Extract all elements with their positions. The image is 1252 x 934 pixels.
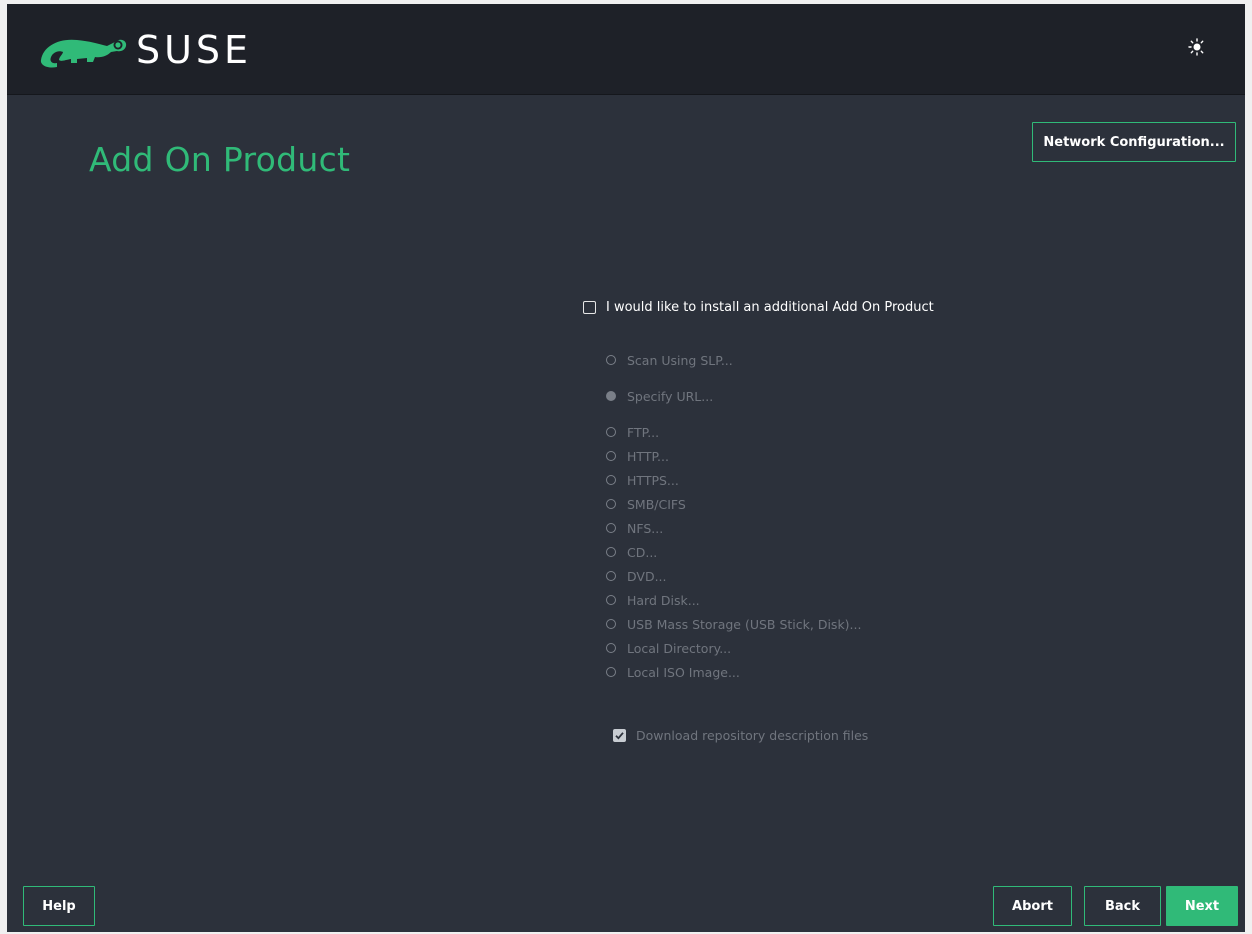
radio-button [606,523,616,533]
radio-local-iso-image: Local ISO Image... [606,662,740,682]
radio-local-directory: Local Directory... [606,638,731,658]
radio-ftp: FTP... [606,422,659,442]
radio-https: HTTPS... [606,470,679,490]
radio-scan-slp: Scan Using SLP... [606,350,733,370]
install-addon-checkbox-row[interactable]: I would like to install an additional Ad… [583,297,934,317]
radio-usb-mass-storage: USB Mass Storage (USB Stick, Disk)... [606,614,861,634]
radio-button [606,475,616,485]
radio-http: HTTP... [606,446,669,466]
help-button[interactable]: Help [23,886,95,926]
radio-cd: CD... [606,542,657,562]
radio-button [606,391,616,401]
radio-button [606,595,616,605]
radio-button [606,547,616,557]
radio-button [606,571,616,581]
chameleon-logo-icon [37,30,129,74]
radio-label: CD... [627,544,658,560]
next-button[interactable]: Next [1166,886,1238,926]
header-bar: SUSE [7,4,1245,95]
download-descriptions-checkbox-row: Download repository description files [613,725,868,745]
radio-button [606,451,616,461]
radio-label: NFS... [627,520,664,536]
radio-label: Local Directory... [627,640,732,656]
network-configuration-button[interactable]: Network Configuration... [1032,122,1236,162]
radio-nfs: NFS... [606,518,663,538]
radio-dvd: DVD... [606,566,667,586]
radio-label: HTTPS... [627,472,679,488]
abort-button[interactable]: Abort [993,886,1072,926]
radio-button [606,619,616,629]
radio-label: Scan Using SLP... [627,352,733,368]
radio-label: DVD... [627,568,667,584]
radio-button [606,427,616,437]
download-descriptions-checkbox [613,728,626,742]
radio-label: FTP... [627,424,660,440]
brand-wordmark: SUSE [136,28,253,72]
radio-specify-url: Specify URL... [606,386,713,406]
radio-label: SMB/CIFS [627,496,686,512]
radio-button [606,499,616,509]
radio-smb-cifs: SMB/CIFS [606,494,686,514]
download-descriptions-label: Download repository description files [636,727,869,743]
page-title: Add On Product [89,140,351,179]
radio-label: Local ISO Image... [627,664,740,680]
radio-button [606,355,616,365]
radio-label: Hard Disk... [627,592,700,608]
radio-button [606,667,616,677]
radio-label: USB Mass Storage (USB Stick, Disk)... [627,616,862,632]
radio-label: HTTP... [627,448,669,464]
theme-toggle-icon[interactable] [1188,38,1212,60]
radio-button [606,643,616,653]
back-button[interactable]: Back [1084,886,1161,926]
install-addon-label: I would like to install an additional Ad… [606,299,934,315]
installer-window: SUSE Add On Product Network Configuratio… [7,4,1245,932]
install-addon-checkbox[interactable] [583,300,596,314]
radio-hard-disk: Hard Disk... [606,590,700,610]
radio-label: Specify URL... [627,388,714,404]
